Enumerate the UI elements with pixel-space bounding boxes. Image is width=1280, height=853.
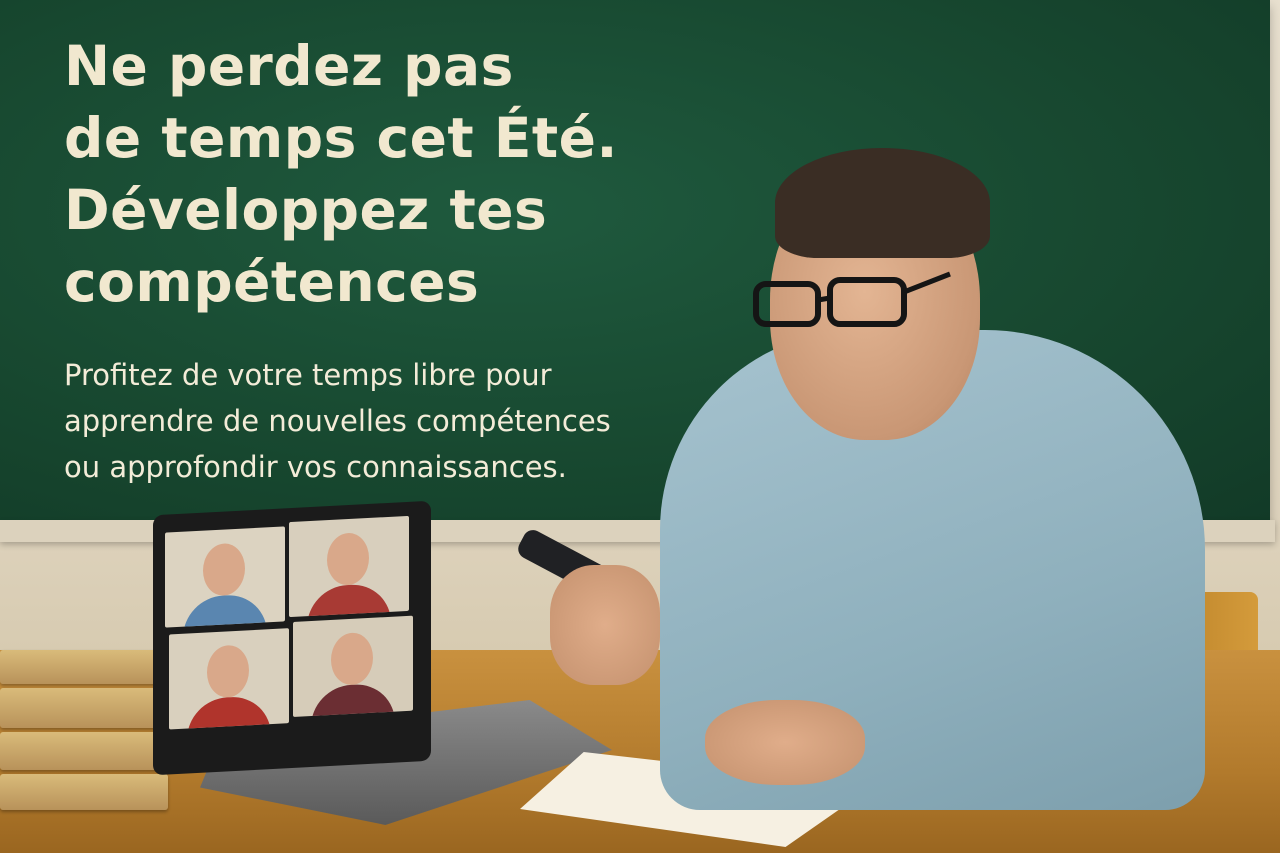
subtext-line-1: Profitez de votre temps libre pour bbox=[64, 358, 552, 392]
teacher-hand bbox=[550, 565, 660, 685]
participant-body bbox=[183, 593, 267, 628]
headline-line-2: de temps cet Été. bbox=[64, 106, 618, 170]
participant-face bbox=[331, 631, 373, 686]
promo-image: Ne perdez pas de temps cet Été. Développ… bbox=[0, 0, 1280, 853]
subtext-line-3: ou approfondir vos connaissances. bbox=[64, 450, 567, 484]
subtext: Profitez de votre temps libre pour appre… bbox=[64, 352, 704, 490]
participant-face bbox=[203, 542, 245, 597]
headline-line-1: Ne perdez pas bbox=[64, 34, 514, 98]
participant-face bbox=[207, 644, 249, 699]
headline-line-3: Développez tes bbox=[64, 178, 548, 242]
teacher-hand bbox=[705, 700, 865, 785]
laptop-screen bbox=[153, 500, 431, 776]
participant-body bbox=[311, 682, 395, 717]
book bbox=[0, 732, 168, 770]
book bbox=[0, 774, 168, 810]
headline-line-4: compétences bbox=[64, 250, 480, 314]
video-participant-tile bbox=[289, 515, 409, 618]
video-participant-tile bbox=[169, 628, 289, 730]
book bbox=[0, 650, 168, 684]
participant-face bbox=[327, 531, 369, 587]
glasses-icon bbox=[753, 271, 951, 327]
book-stack bbox=[0, 650, 170, 815]
book bbox=[0, 688, 168, 728]
participant-body bbox=[307, 582, 391, 618]
participant-body bbox=[187, 695, 271, 730]
subtext-line-2: apprendre de nouvelles compétences bbox=[64, 404, 611, 438]
headline: Ne perdez pas de temps cet Été. Développ… bbox=[64, 30, 704, 318]
teacher-hair bbox=[775, 148, 990, 258]
video-participant-tile bbox=[165, 526, 285, 628]
video-participant-tile bbox=[293, 615, 413, 717]
